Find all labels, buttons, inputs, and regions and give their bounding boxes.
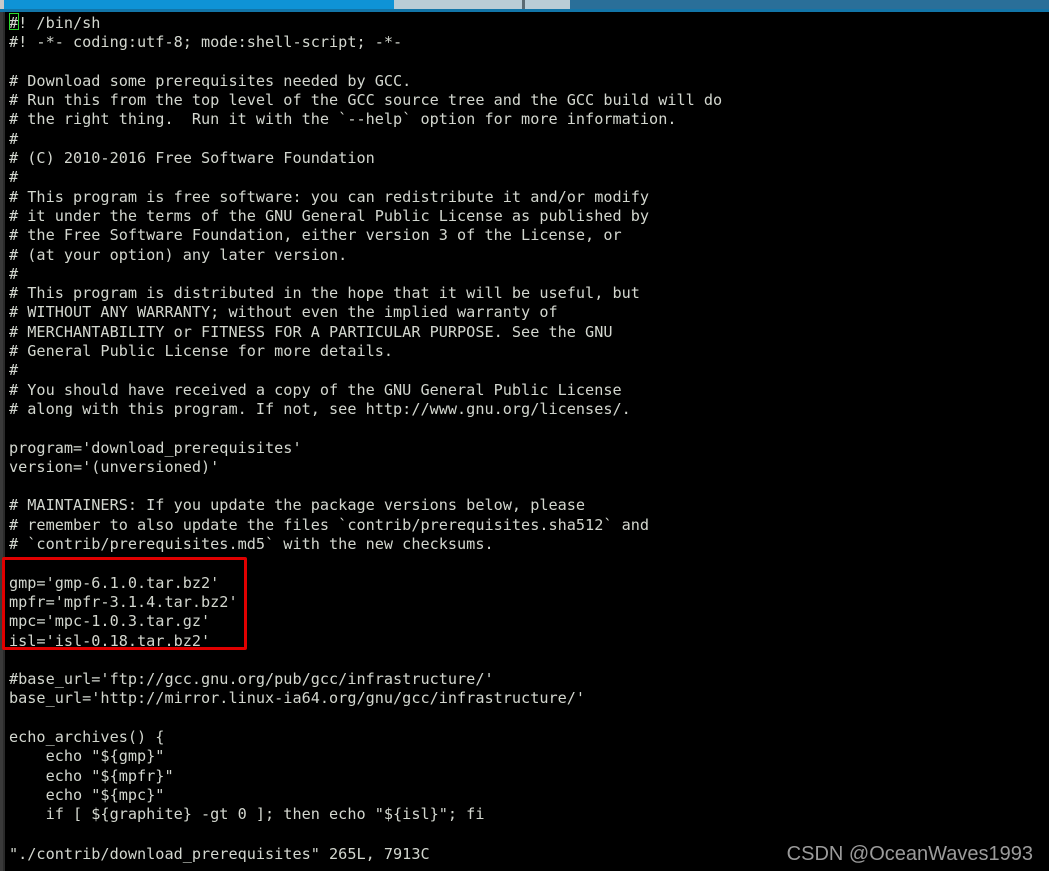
- browser-tab-strip-fill: [257, 0, 394, 9]
- vim-status-line: "./contrib/download_prerequisites" 265L,…: [9, 845, 430, 863]
- code-line: # This program is free software: you can…: [9, 187, 650, 206]
- code-line: # along with this program. If not, see h…: [9, 399, 631, 418]
- browser-tab-active[interactable]: [4, 0, 257, 9]
- code-line: # Download some prerequisites needed by …: [9, 71, 412, 90]
- code-line: if [ ${graphite} -gt 0 ]; then echo "${i…: [9, 805, 485, 824]
- code-line: #: [9, 168, 19, 187]
- code-line: echo "${mpc}": [9, 785, 165, 804]
- browser-tab-inactive-2[interactable]: [525, 0, 570, 9]
- window-bar-underline: [0, 9, 1049, 12]
- code-line: #! /bin/sh: [9, 14, 101, 32]
- code-line: program='download_prerequisites': [9, 438, 302, 457]
- terminal-window[interactable]: #! /bin/sh #! -*- coding:utf-8; mode:she…: [5, 12, 1049, 871]
- watermark: CSDN @OceanWaves1993: [786, 843, 1033, 865]
- code-line: #base_url='ftp://gcc.gnu.org/pub/gcc/inf…: [9, 670, 494, 689]
- browser-tab-strip-empty: [570, 0, 1049, 9]
- code-line: # MERCHANTABILITY or FITNESS FOR A PARTI…: [9, 322, 613, 341]
- code-line: version='(unversioned)': [9, 457, 220, 476]
- code-line: # WITHOUT ANY WARRANTY; without even the…: [9, 303, 558, 322]
- terminal-left-gutter-shadow: [3, 12, 5, 871]
- code-line: # (at your option) any later version.: [9, 245, 348, 264]
- code-line: gmp='gmp-6.1.0.tar.bz2': [9, 573, 220, 592]
- code-line: # remember to also update the files `con…: [9, 515, 650, 534]
- code-line: # the Free Software Foundation, either v…: [9, 226, 622, 245]
- code-line: echo_archives() {: [9, 727, 165, 746]
- code-line: # Run this from the top level of the GCC…: [9, 91, 723, 110]
- code-line: mpfr='mpfr-3.1.4.tar.bz2': [9, 592, 238, 611]
- code-line: echo "${gmp}": [9, 747, 165, 766]
- browser-tab-inactive-1[interactable]: [394, 0, 522, 9]
- code-line: # General Public License for more detail…: [9, 342, 394, 361]
- code-line: # the right thing. Run it with the `--he…: [9, 110, 677, 129]
- code-line: #: [9, 129, 19, 148]
- code-line: # MAINTAINERS: If you update the package…: [9, 496, 586, 515]
- code-line: # This program is distributed in the hop…: [9, 284, 640, 303]
- code-line: # You should have received a copy of the…: [9, 380, 622, 399]
- code-line: #: [9, 361, 19, 380]
- code-line: #! -*- coding:utf-8; mode:shell-script; …: [9, 33, 403, 52]
- code-line: isl='isl-0.18.tar.bz2': [9, 631, 211, 650]
- code-line: mpc='mpc-1.0.3.tar.gz': [9, 612, 211, 631]
- code-line: base_url='http://mirror.linux-ia64.org/g…: [9, 689, 586, 708]
- browser-window-bar[interactable]: [0, 0, 1049, 9]
- code-line: echo "${mpfr}": [9, 766, 174, 785]
- code-line: # `contrib/prerequisites.md5` with the n…: [9, 535, 494, 554]
- code-line: # (C) 2010-2016 Free Software Foundation: [9, 149, 375, 168]
- code-line: #: [9, 264, 19, 283]
- code-line: # it under the terms of the GNU General …: [9, 206, 650, 225]
